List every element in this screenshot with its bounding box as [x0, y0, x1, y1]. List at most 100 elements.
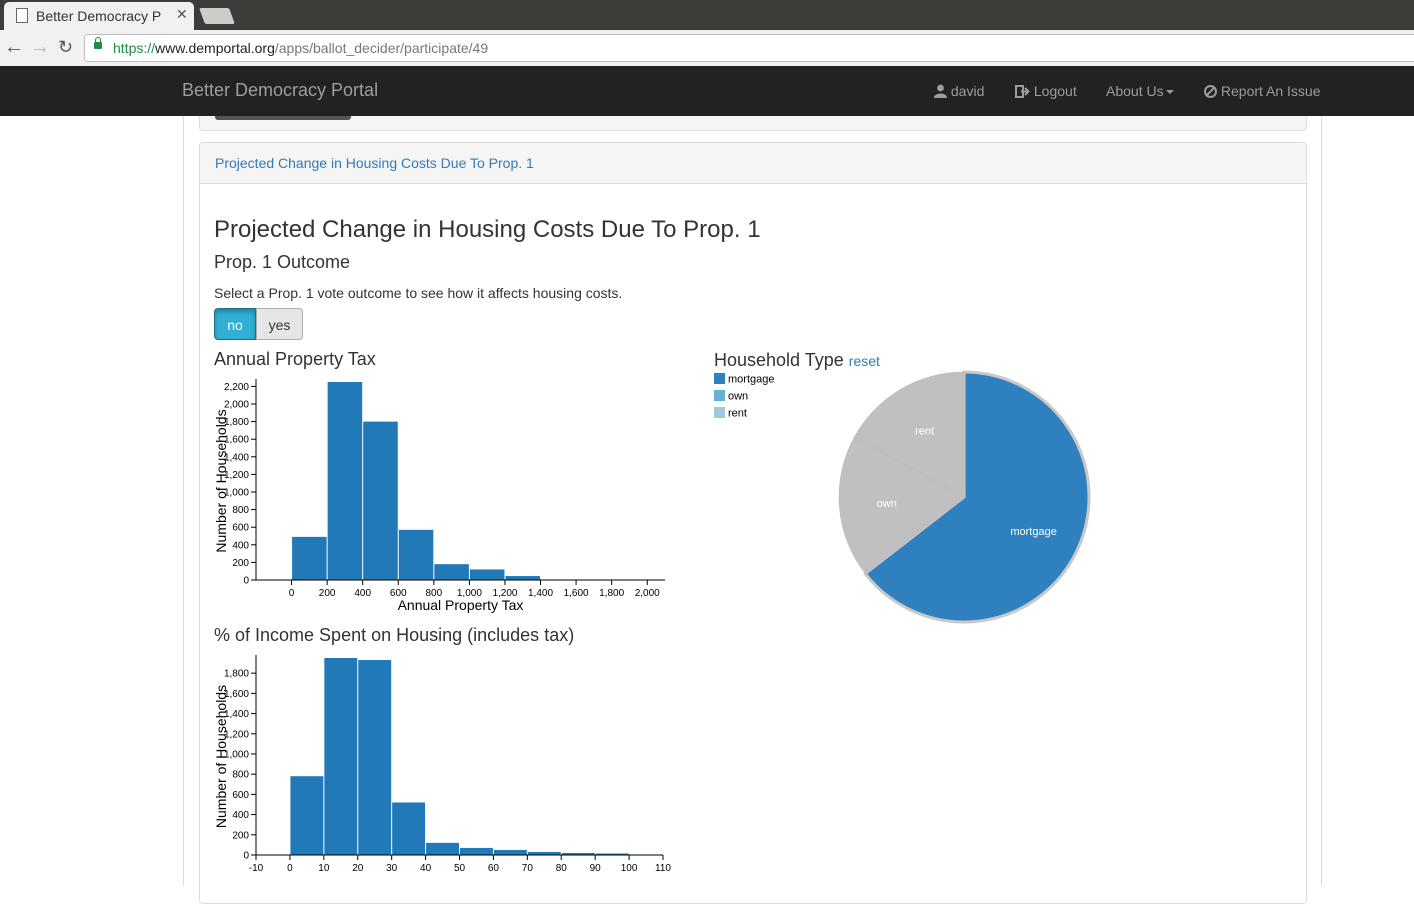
y-tick-label: 200 — [232, 558, 249, 569]
x-tick-label: 1,400 — [528, 588, 553, 599]
x-tick-label: 1,800 — [599, 588, 624, 599]
histogram-bar[interactable] — [363, 421, 398, 580]
legend-label: mortgage — [728, 374, 774, 386]
y-tick-label: 1,800 — [224, 669, 249, 680]
outcome-heading: Prop. 1 Outcome — [214, 252, 351, 272]
x-tick-label: 90 — [590, 863, 602, 874]
caret-down-icon — [1165, 90, 1174, 95]
y-axis-label: Number of Households — [213, 409, 229, 552]
url-scheme: https:// — [113, 40, 156, 56]
url-text: https://www.demportal.org/apps/ballot_de… — [113, 35, 488, 61]
x-tick-label: 50 — [454, 863, 466, 874]
browser-toolbar: ← → ↻ https://www.demportal.org/apps/bal… — [0, 30, 1414, 67]
url-path: /apps/ballot_decider/participate/49 — [274, 40, 489, 56]
user-icon — [934, 84, 947, 98]
x-axis-label: Annual Property Tax — [398, 597, 524, 613]
x-tick-label: -10 — [249, 863, 264, 874]
user-link[interactable]: david — [934, 83, 984, 99]
x-tick-label: 30 — [386, 863, 398, 874]
household-type-pie: mortgage own rent mortgage own rent — [714, 370, 1091, 624]
previous-panel-button[interactable] — [215, 116, 351, 120]
previous-panel — [199, 116, 1307, 131]
about-label: About Us — [1106, 83, 1164, 99]
y-tick-label: 400 — [232, 540, 249, 551]
reload-icon[interactable]: ↻ — [58, 36, 73, 58]
site-navbar: Better Democracy Portal david Logout Abo… — [0, 66, 1414, 116]
browser-tab-bar: Better Democracy P ✕ — [0, 0, 1414, 30]
x-tick-label: 200 — [319, 588, 336, 599]
household-type-label: Household Type — [714, 350, 844, 370]
forward-icon[interactable]: → — [30, 36, 50, 58]
outcome-no-button[interactable]: no — [214, 308, 256, 340]
histogram-bar[interactable] — [327, 382, 363, 580]
logout-icon — [1015, 85, 1030, 98]
y-axis-label: Number of Households — [213, 685, 229, 828]
histogram-bar[interactable] — [426, 842, 459, 855]
y-tick-label: 2,200 — [224, 382, 249, 393]
back-icon[interactable]: ← — [4, 36, 24, 58]
histogram-bar[interactable] — [460, 847, 493, 855]
x-tick-label: 2,000 — [635, 588, 660, 599]
brand-link[interactable]: Better Democracy Portal — [182, 80, 378, 101]
household-reset-link[interactable]: reset — [849, 353, 880, 369]
histogram-bar[interactable] — [324, 658, 358, 855]
x-tick-label: 0 — [287, 863, 293, 874]
y-tick-label: 2,000 — [224, 400, 249, 411]
histogram-bar[interactable] — [392, 802, 426, 855]
user-name: david — [950, 83, 985, 99]
y-tick-label: 800 — [232, 770, 249, 781]
histogram-bar[interactable] — [505, 576, 541, 580]
legend-label: own — [728, 391, 748, 403]
new-tab-button[interactable] — [199, 8, 235, 24]
histogram-bar[interactable] — [292, 536, 327, 580]
histogram-bar[interactable] — [469, 569, 505, 580]
x-tick-label: 20 — [352, 863, 364, 874]
x-tick-label: 0 — [289, 588, 295, 599]
x-tick-label: 40 — [420, 863, 432, 874]
x-tick-label: 60 — [488, 863, 500, 874]
legend-swatch — [714, 390, 725, 401]
panel-heading: Projected Change in Housing Costs Due To… — [200, 143, 1306, 184]
url-host: www.demportal.org — [155, 40, 275, 56]
lock-icon — [94, 37, 102, 49]
x-tick-label: 10 — [318, 863, 330, 874]
y-tick-label: 600 — [232, 523, 249, 534]
income-share-chart-title: % of Income Spent on Housing (includes t… — [214, 625, 575, 645]
legend-swatch — [714, 373, 725, 384]
tab-title: Better Democracy P — [36, 8, 162, 24]
about-dropdown[interactable]: About Us — [1106, 83, 1174, 99]
legend-swatch — [714, 407, 725, 418]
address-bar[interactable]: https://www.demportal.org/apps/ballot_de… — [84, 34, 1414, 62]
outcome-yes-button[interactable]: yes — [256, 308, 303, 340]
pie-slice-label: mortgage — [1010, 526, 1056, 538]
browser-tab[interactable]: Better Democracy P ✕ — [4, 2, 194, 30]
y-tick-label: 0 — [243, 576, 249, 587]
histogram-bar[interactable] — [358, 660, 392, 855]
close-tab-icon[interactable]: ✕ — [176, 6, 188, 23]
x-tick-label: 400 — [354, 588, 371, 599]
y-tick-label: 200 — [232, 830, 249, 841]
report-issue-link[interactable]: Report An Issue — [1204, 83, 1321, 99]
panel-heading-link[interactable]: Projected Change in Housing Costs Due To… — [215, 155, 534, 171]
x-tick-label: 80 — [556, 863, 568, 874]
y-tick-label: 400 — [232, 810, 249, 821]
property-tax-histogram: 02004006008001,0001,2001,4001,6001,8002,… — [213, 379, 665, 613]
histogram-bar[interactable] — [398, 529, 434, 580]
income-share-histogram: 02004006008001,0001,2001,4001,6001,800-1… — [213, 655, 671, 874]
ban-icon — [1204, 85, 1217, 98]
x-tick-label: 110 — [655, 863, 671, 874]
outcome-description: Select a Prop. 1 vote outcome to see how… — [214, 285, 623, 301]
y-tick-label: 600 — [232, 790, 249, 801]
report-label: Report An Issue — [1220, 83, 1321, 99]
histogram-bar[interactable] — [290, 776, 324, 855]
logout-link[interactable]: Logout — [1015, 83, 1077, 99]
x-tick-label: 100 — [621, 863, 638, 874]
y-tick-label: 800 — [232, 505, 249, 516]
histogram-bar[interactable] — [493, 849, 527, 855]
page-icon — [16, 8, 28, 23]
pie-slice-label: own — [877, 498, 897, 510]
pie-slice-label: rent — [915, 425, 934, 437]
histogram-bar[interactable] — [434, 564, 469, 580]
page-title: Projected Change in Housing Costs Due To… — [214, 216, 761, 243]
x-tick-label: 70 — [522, 863, 534, 874]
